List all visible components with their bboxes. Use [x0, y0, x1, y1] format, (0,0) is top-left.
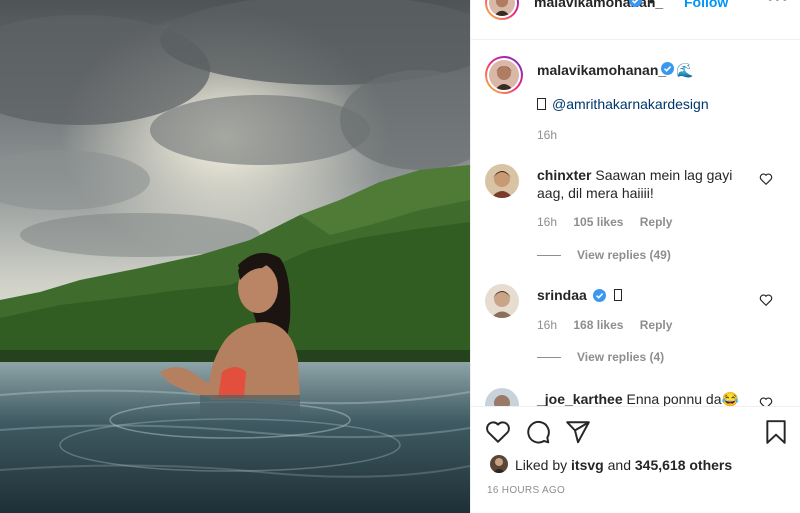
missing-glyph-icon — [613, 289, 622, 301]
more-icon[interactable]: ••• — [767, 0, 789, 9]
comment-username[interactable]: chinxter — [537, 167, 591, 183]
view-replies-label: View replies (4) — [577, 350, 665, 364]
verified-icon — [629, 0, 642, 12]
replies-divider — [537, 357, 561, 359]
follow-button[interactable]: Follow — [684, 0, 728, 10]
heart-icon — [486, 421, 510, 443]
verified-icon — [592, 289, 606, 302]
likes-prefix: Liked by — [515, 457, 568, 473]
post-image — [0, 0, 470, 513]
comment-like-heart-icon[interactable] — [759, 293, 773, 307]
like-button[interactable] — [485, 419, 511, 445]
comment-meta: 16h 168 likes Reply — [537, 318, 685, 332]
reply-button[interactable]: Reply — [640, 215, 673, 229]
reply-button[interactable]: Reply — [640, 318, 673, 332]
post-actions: Liked by itsvg and 345,618 others 16 HOU… — [471, 406, 800, 513]
post-side-panel: malavikamohanan_ • Follow ••• malavikamo… — [470, 0, 800, 513]
wave-emoji: 🌊 — [676, 62, 694, 78]
view-replies-button[interactable]: View replies (49) — [537, 248, 671, 262]
comment-likes[interactable]: 105 likes — [573, 215, 623, 229]
comment-text: chinxter Saawan mein lag gayi aag, dil m… — [537, 166, 757, 202]
comment-like-heart-icon[interactable] — [759, 396, 773, 406]
replies-divider — [537, 255, 561, 257]
comment-username[interactable]: _joe_karthee — [537, 391, 623, 406]
avatar-image — [489, 60, 519, 90]
bookmark-icon — [766, 420, 786, 444]
comment-text: _joe_karthee Enna ponnu da😂 — [537, 390, 757, 406]
comment-content: Enna ponnu da😂 — [626, 391, 739, 406]
post-timestamp[interactable]: 16 HOURS AGO — [487, 485, 565, 496]
post-photo[interactable] — [0, 0, 470, 513]
avatar-image — [489, 0, 515, 16]
comment-like-heart-icon[interactable] — [759, 172, 773, 186]
caption-username[interactable]: malavikamohanan_ — [537, 62, 666, 78]
comment-avatar[interactable] — [485, 164, 519, 198]
view-replies-label: View replies (49) — [577, 248, 671, 262]
comment-username[interactable]: srindaa — [537, 287, 587, 303]
liker-avatar[interactable] — [490, 455, 508, 473]
share-icon — [566, 421, 590, 444]
liker-username[interactable]: itsvg — [571, 457, 604, 473]
header-separator: • — [649, 0, 654, 9]
header-username[interactable]: malavikamohanan_ — [534, 0, 663, 10]
comment-icon — [527, 421, 550, 444]
post-header: malavikamohanan_ • Follow ••• — [471, 0, 800, 40]
view-replies-button[interactable]: View replies (4) — [537, 350, 664, 364]
share-button[interactable] — [565, 419, 591, 445]
verified-icon — [661, 62, 674, 80]
comment-time[interactable]: 16h — [537, 318, 557, 332]
caption-text: @amrithakarnakardesign — [537, 96, 709, 112]
likes-connector: and — [607, 457, 631, 473]
save-button[interactable] — [763, 419, 789, 445]
caption-mention-link[interactable]: @amrithakarnakardesign — [552, 96, 709, 112]
likes-count[interactable]: 345,618 others — [635, 457, 732, 473]
comment-time[interactable]: 16h — [537, 215, 557, 229]
caption-timestamp[interactable]: 16h — [537, 128, 557, 142]
comment-likes[interactable]: 168 likes — [573, 318, 623, 332]
comment-avatar[interactable] — [485, 388, 519, 406]
likes-summary: Liked by itsvg and 345,618 others — [515, 457, 732, 473]
missing-glyph-icon — [537, 98, 546, 110]
comment-avatar[interactable] — [485, 284, 519, 318]
caption-avatar[interactable] — [485, 56, 523, 94]
header-avatar[interactable] — [485, 0, 519, 20]
comment-button[interactable] — [525, 419, 551, 445]
comment-meta: 16h 105 likes Reply — [537, 215, 685, 229]
comment-text: srindaa — [537, 286, 757, 304]
comments-list[interactable]: chinxter Saawan mein lag gayi aag, dil m… — [471, 150, 800, 406]
